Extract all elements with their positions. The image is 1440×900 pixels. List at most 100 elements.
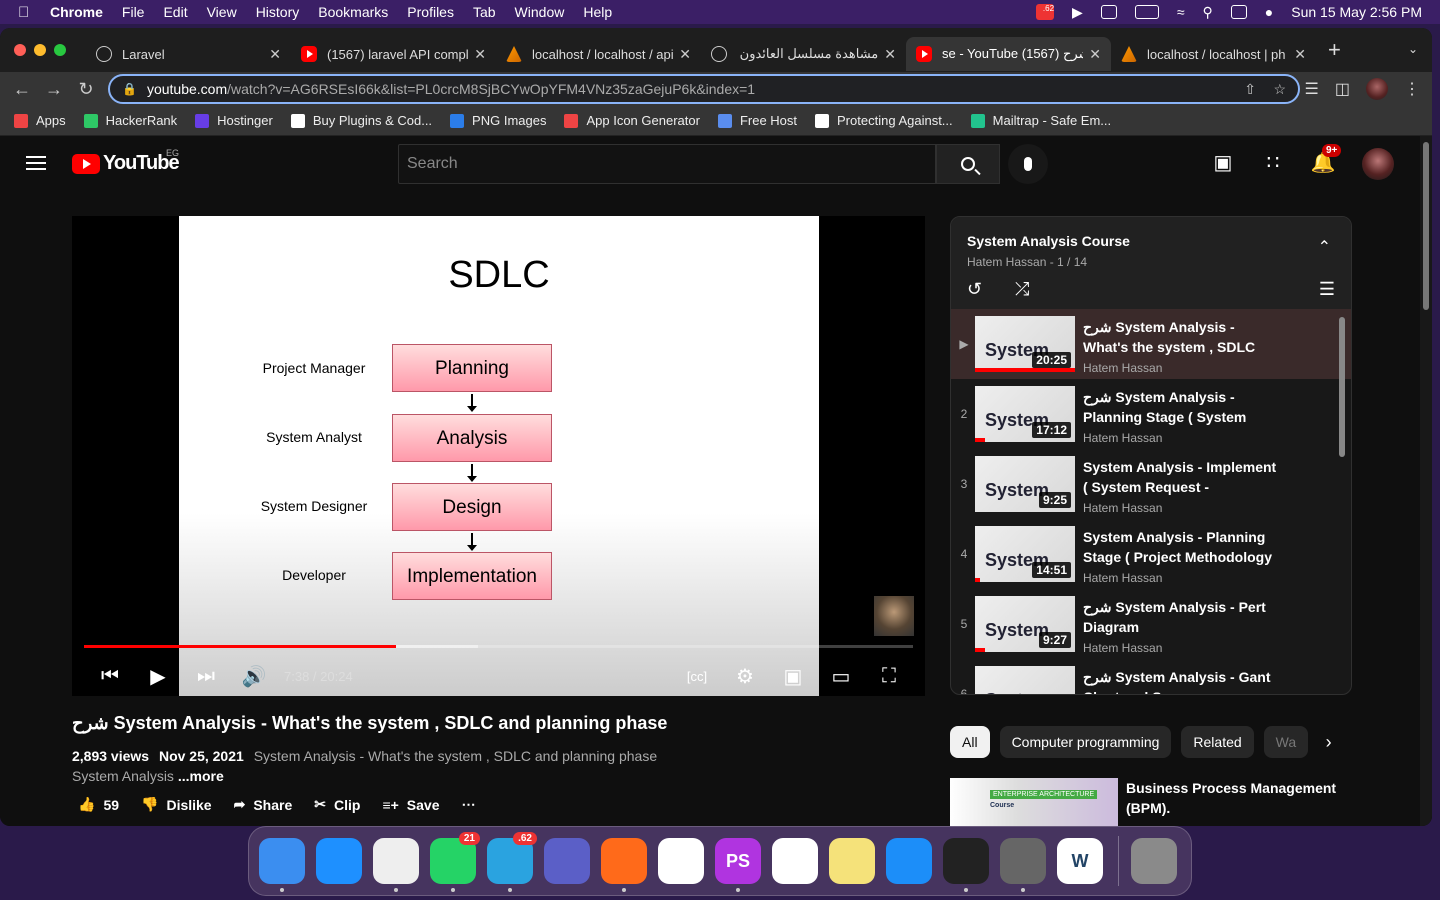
bookmark-star-icon[interactable]: ☆ bbox=[1273, 81, 1286, 98]
bookmark-item[interactable]: Protecting Against... bbox=[815, 113, 953, 128]
bookmark-item[interactable]: HackerRank bbox=[83, 113, 177, 128]
voice-search-button[interactable] bbox=[1008, 144, 1048, 184]
playlist-item[interactable]: 4 System 14:51 System Analysis - Planning S… bbox=[951, 519, 1351, 589]
menu-profiles[interactable]: Profiles bbox=[407, 4, 454, 20]
browser-tab[interactable]: localhost / localhost / api ✕ bbox=[496, 37, 701, 71]
account-avatar[interactable] bbox=[1362, 148, 1394, 180]
appstore-a-icon[interactable] bbox=[772, 838, 818, 884]
zoom-window-button[interactable] bbox=[54, 44, 66, 56]
playlist-item-title[interactable]: System Analysis - Implement ( System Req… bbox=[1083, 457, 1283, 497]
notifications-bell-icon[interactable]: 🔔 9+ bbox=[1310, 144, 1342, 176]
chip-partial[interactable]: Wa bbox=[1263, 726, 1308, 758]
status-app-icon[interactable]: .62 bbox=[1036, 4, 1055, 20]
search-button[interactable] bbox=[936, 144, 1000, 184]
next-icon[interactable]: ⏭ bbox=[182, 665, 230, 688]
page-scrollbar[interactable] bbox=[1420, 136, 1432, 826]
menu-tab[interactable]: Tab bbox=[473, 4, 496, 20]
menu-history[interactable]: History bbox=[256, 4, 300, 20]
play-icon[interactable]: ▶ bbox=[134, 664, 182, 689]
browser-tab[interactable]: localhost / localhost | ph ✕ bbox=[1111, 37, 1316, 71]
close-tab-icon[interactable]: ✕ bbox=[884, 46, 896, 63]
playlist-item-channel[interactable]: Hatem Hassan bbox=[1083, 361, 1162, 375]
chip-related[interactable]: Related bbox=[1181, 726, 1254, 758]
bookmark-item[interactable]: Hostinger bbox=[195, 113, 273, 128]
browser-tab-active[interactable]: se - YouTube شرح (1567) ✕ bbox=[906, 37, 1111, 71]
tab-search-chevron-icon[interactable]: ⌄ bbox=[1408, 42, 1418, 56]
playlist-thumbnail[interactable]: System 17:12 bbox=[975, 386, 1075, 442]
word-icon[interactable]: W bbox=[1057, 838, 1103, 884]
forward-arrow-icon[interactable]: → bbox=[38, 79, 70, 100]
progress-bar[interactable] bbox=[84, 645, 913, 648]
volume-icon[interactable]: 🔊 bbox=[230, 664, 278, 689]
profile-avatar[interactable] bbox=[1366, 78, 1388, 100]
telegram-icon[interactable]: .62 bbox=[487, 832, 537, 892]
playlist-thumbnail[interactable]: System 9:27 bbox=[975, 596, 1075, 652]
share-button[interactable]: ➦ Share bbox=[234, 796, 293, 813]
playlist-item-channel[interactable]: Hatem Hassan bbox=[1083, 501, 1162, 515]
playlist-item-title[interactable]: شرح System Analysis - Planning Stage ( S… bbox=[1083, 387, 1283, 427]
minimize-window-button[interactable] bbox=[34, 44, 46, 56]
menu-edit[interactable]: Edit bbox=[163, 4, 187, 20]
close-tab-icon[interactable]: ✕ bbox=[474, 46, 486, 63]
bookmark-item[interactable]: App Icon Generator bbox=[564, 113, 700, 128]
teams-icon[interactable] bbox=[544, 838, 590, 884]
bookmark-item[interactable]: PNG Images bbox=[450, 113, 546, 128]
playlist-item[interactable]: 2 System 17:12 شرح System Analysis - Planni… bbox=[951, 379, 1351, 449]
playlist-scrollbar[interactable] bbox=[1339, 317, 1345, 457]
address-bar[interactable]: 🔒 youtube.com/watch?v=AG6RSEsI66k&list=P… bbox=[108, 74, 1300, 104]
menu-app-name[interactable]: Chrome bbox=[50, 4, 103, 20]
app-store-icon[interactable] bbox=[886, 838, 932, 884]
menu-file[interactable]: File bbox=[122, 4, 145, 20]
chrome-menu-icon[interactable]: ⋮ bbox=[1404, 79, 1420, 99]
loop-icon[interactable]: ↺ bbox=[967, 279, 982, 300]
playlist-item-title[interactable]: System Analysis - Planning Stage ( Proje… bbox=[1083, 527, 1283, 567]
vscode-icon[interactable] bbox=[658, 838, 704, 884]
notes-icon[interactable] bbox=[829, 838, 875, 884]
chip-computer-programming[interactable]: Computer programming bbox=[999, 726, 1172, 758]
bookmark-item[interactable]: Apps bbox=[14, 113, 66, 128]
playlist-item[interactable]: 3 System 9:25 System Analysis - Implement (… bbox=[951, 449, 1351, 519]
dislike-button[interactable]: 👎 Dislike bbox=[141, 796, 212, 813]
show-more-link[interactable]: ...more bbox=[178, 768, 224, 784]
side-panel-icon[interactable]: ◫ bbox=[1335, 79, 1350, 99]
spotlight-search-icon[interactable]: ⚲ bbox=[1203, 4, 1213, 21]
phpstorm-icon[interactable]: PS bbox=[715, 838, 761, 892]
save-button[interactable]: ≡+ Save bbox=[382, 797, 439, 813]
close-window-button[interactable] bbox=[14, 44, 26, 56]
playlist-item-title[interactable]: شرح System Analysis - Gant Chart and Sco… bbox=[1083, 667, 1283, 694]
lock-icon[interactable]: 🔒 bbox=[122, 82, 137, 96]
theater-mode-icon[interactable]: ▭ bbox=[817, 664, 865, 689]
reading-list-icon[interactable]: ☰ bbox=[1305, 79, 1319, 99]
battery-icon[interactable] bbox=[1134, 5, 1159, 19]
playlist-thumbnail[interactable]: System bbox=[975, 666, 1075, 694]
clip-button[interactable]: ✂ Clip bbox=[314, 796, 360, 813]
control-center-icon[interactable] bbox=[1230, 5, 1247, 19]
close-tab-icon[interactable]: ✕ bbox=[1294, 46, 1306, 63]
chrome-icon[interactable] bbox=[373, 838, 419, 892]
terminal-icon[interactable] bbox=[943, 838, 989, 892]
previous-icon[interactable]: ⏮ bbox=[86, 665, 134, 688]
whatsapp-icon[interactable]: 21 bbox=[430, 832, 480, 892]
back-arrow-icon[interactable]: ← bbox=[6, 79, 38, 100]
playlist-thumbnail[interactable]: System 20:25 bbox=[975, 316, 1075, 372]
playlist-thumbnail[interactable]: System 9:25 bbox=[975, 456, 1075, 512]
playlist-item[interactable]: 5 System 9:27 شرح System Analysis - Pert Di… bbox=[951, 589, 1351, 659]
safari-icon[interactable] bbox=[316, 838, 362, 884]
recommended-thumbnail[interactable]: ENTERPRISE ARCHITECTURE Course bbox=[950, 778, 1118, 826]
subtitles-cc-icon[interactable]: [cc] bbox=[673, 669, 721, 684]
menu-window[interactable]: Window bbox=[515, 4, 565, 20]
wifi-icon[interactable]: ≈ bbox=[1177, 4, 1185, 20]
play-status-icon[interactable]: ▶ bbox=[1072, 4, 1083, 21]
search-input[interactable] bbox=[398, 144, 936, 184]
fullscreen-icon[interactable]: ⛶ bbox=[865, 665, 913, 688]
close-tab-icon[interactable]: ✕ bbox=[679, 46, 691, 63]
bookmark-item[interactable]: Buy Plugins & Cod... bbox=[290, 113, 432, 128]
playlist-item-channel[interactable]: Hatem Hassan bbox=[1083, 431, 1162, 445]
settings-gear-icon[interactable]: ⚙ bbox=[721, 664, 769, 689]
playlist-item-channel[interactable]: Hatem Hassan bbox=[1083, 571, 1162, 585]
share-page-icon[interactable]: ⇧ bbox=[1244, 81, 1256, 98]
browser-tab[interactable]: Laravel ✕ bbox=[86, 37, 291, 71]
menubar-clock[interactable]: Sun 15 May 2:56 PM bbox=[1291, 4, 1422, 20]
tableplus-icon[interactable] bbox=[1000, 838, 1046, 892]
miniplayer-icon[interactable]: ▣ bbox=[769, 664, 817, 689]
